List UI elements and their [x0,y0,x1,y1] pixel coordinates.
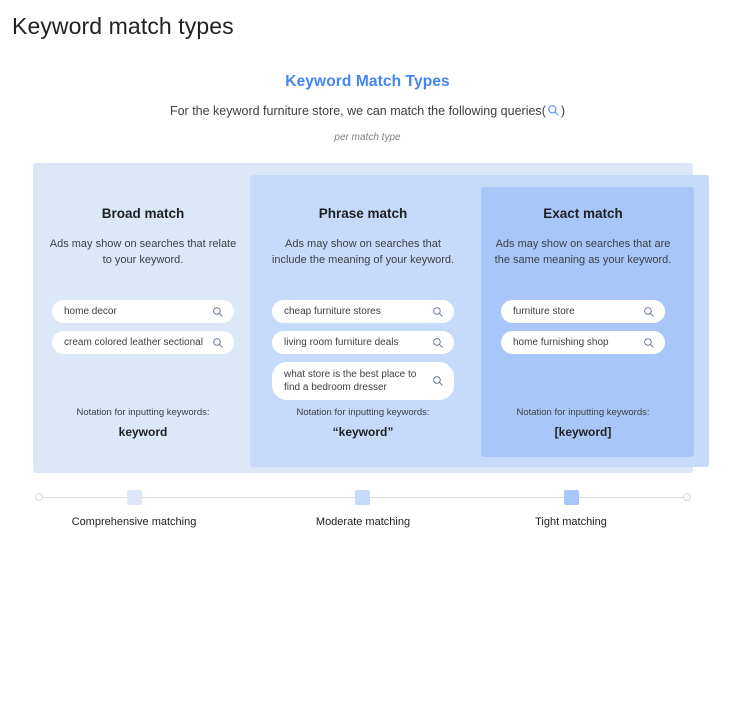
query-pill-text: what store is the best place to find a b… [284,369,417,393]
page-title: Keyword match types [12,13,234,39]
notation-value: “keyword” [332,425,394,439]
column-broad-match: Broad match Ads may show on searches tha… [33,163,253,704]
notation-broad: Notation for inputting keywords: keyword [33,407,253,439]
query-pill-text: living room furniture deals [284,337,399,348]
search-icon [212,306,224,318]
notation-label: Notation for inputting keywords: [296,407,430,418]
search-icon [643,306,655,318]
infographic-heading: Keyword Match Types [285,73,450,90]
column-title-broad: Broad match [101,206,185,221]
search-icon [432,375,444,387]
column-exact-match: Exact match Ads may show on searches tha… [473,163,693,704]
query-pill-text: home decor [64,306,117,317]
subheading-text: For the keyword furniture store, we can … [169,104,542,118]
column-title-exact: Exact match [543,206,623,221]
paren-open: ( [541,104,546,118]
notation-label: Notation for inputting keywords: [76,407,210,418]
scale-endcap-right [683,493,691,501]
column-description-phrase: Ads may show on searches that include th… [271,238,455,266]
search-icon [432,306,444,318]
query-pill[interactable]: what store is the best place to find a b… [272,362,454,400]
search-icon [547,104,560,120]
column-description-broad: Ads may show on searches that relate to … [49,238,237,266]
search-icon [212,337,224,349]
column-description-exact: Ads may show on searches that are the sa… [494,238,672,266]
query-pill-text: furniture store [513,306,575,317]
matching-scale: Comprehensive matching Moderate matching… [33,489,693,539]
paren-close: ) [560,104,566,118]
query-pill-list-phrase: cheap furniture stores living room furni… [253,300,473,408]
notation-phrase: Notation for inputting keywords: “keywor… [253,407,473,439]
query-pill[interactable]: living room furniture deals [272,331,454,354]
scale-marker-comprehensive[interactable] [127,490,142,505]
query-pill[interactable]: furniture store [501,300,665,323]
query-pill-list-exact: furniture store home furnishing shop [473,300,693,362]
query-pill-text: home furnishing shop [513,337,609,348]
query-pill[interactable]: home decor [52,300,234,323]
scale-label-moderate: Moderate matching [315,516,411,528]
scale-marker-moderate[interactable] [355,490,370,505]
query-pill[interactable]: home furnishing shop [501,331,665,354]
scale-endcap-left [35,493,43,501]
infographic-subheading: For the keyword furniture store, we can … [0,104,735,120]
query-pill-text: cream colored leather sectional [64,337,203,348]
search-icon [643,337,655,349]
notation-value: keyword [118,425,168,439]
column-phrase-match: Phrase match Ads may show on searches th… [253,163,473,704]
query-pill[interactable]: cream colored leather sectional [52,331,234,354]
infographic-footnote: per match type [334,132,401,143]
scale-label-comprehensive: Comprehensive matching [71,516,197,528]
scale-label-tight: Tight matching [535,516,607,528]
query-pill-text: cheap furniture stores [284,306,381,317]
query-pill-list-broad: home decor cream colored leather section… [33,300,253,362]
notation-exact: Notation for inputting keywords: [keywor… [473,407,693,439]
notation-value: [keyword] [554,425,612,439]
search-icon [432,337,444,349]
notation-label: Notation for inputting keywords: [516,407,650,418]
query-pill[interactable]: cheap furniture stores [272,300,454,323]
scale-marker-tight[interactable] [564,490,579,505]
column-title-phrase: Phrase match [318,206,408,221]
